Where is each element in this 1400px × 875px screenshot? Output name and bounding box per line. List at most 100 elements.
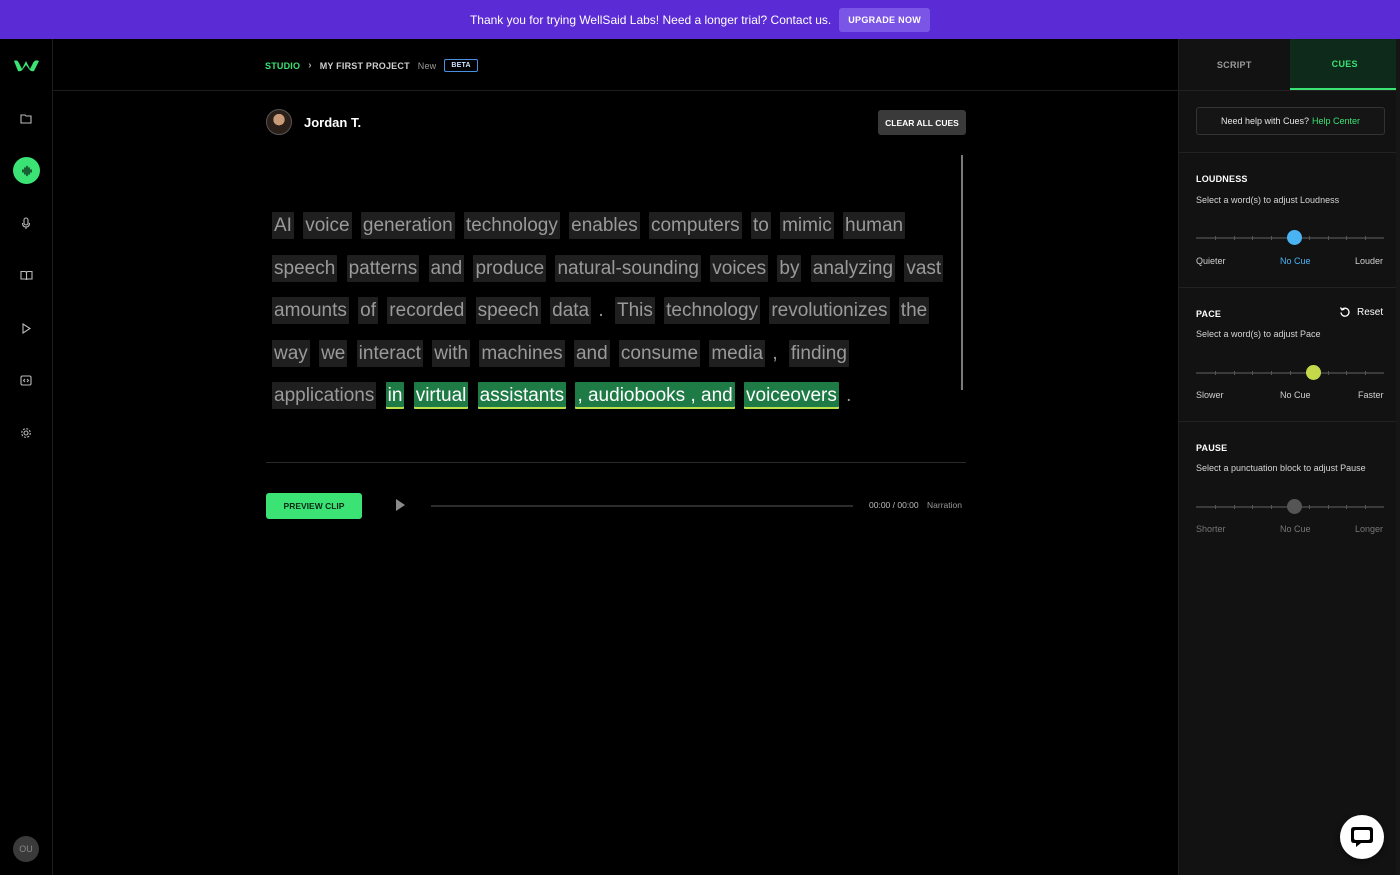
clear-all-cues-button[interactable]: CLEAR ALL CUES: [878, 110, 966, 135]
pace-subtitle: Select a word(s) to adjust Pace: [1196, 329, 1321, 339]
script-word[interactable]: mimic: [780, 212, 834, 239]
voice-avatar: [266, 109, 292, 135]
script-word[interactable]: recorded: [387, 297, 467, 324]
script-word[interactable]: the: [898, 297, 930, 324]
script-word[interactable]: assistants: [477, 382, 567, 409]
script-word[interactable]: voice: [303, 212, 352, 239]
pause-min-label: Shorter: [1196, 524, 1226, 534]
punctuation-block[interactable]: ,: [772, 343, 777, 364]
book-icon[interactable]: [16, 265, 36, 285]
slider-tick: [1252, 371, 1254, 375]
playback-progress[interactable]: [431, 505, 853, 507]
script-scrollbar[interactable]: [961, 155, 963, 390]
script-word[interactable]: to: [750, 212, 771, 239]
waveform-icon[interactable]: [13, 157, 40, 184]
script-word[interactable]: amounts: [272, 297, 349, 324]
embed-icon[interactable]: [16, 370, 36, 390]
preview-clip-button[interactable]: PREVIEW CLIP: [266, 493, 362, 519]
script-word[interactable]: human: [843, 212, 906, 239]
script-word[interactable]: computers: [648, 212, 742, 239]
slider-tick: [1214, 371, 1216, 375]
script-word[interactable]: revolutionizes: [769, 297, 890, 324]
top-header: STUDIO › MY FIRST PROJECT New BETA: [53, 39, 1178, 91]
script-word[interactable]: in: [385, 382, 405, 409]
script-editor[interactable]: AI voice generation technology enables c…: [272, 205, 962, 418]
loudness-subtitle: Select a word(s) to adjust Loudness: [1196, 195, 1340, 205]
slider-tick: [1271, 236, 1273, 240]
script-word[interactable]: vast: [904, 254, 944, 282]
chat-support-button[interactable]: [1340, 815, 1384, 859]
slider-tick: [1365, 505, 1367, 509]
project-status: New: [417, 60, 437, 71]
loudness-slider-knob[interactable]: [1286, 230, 1302, 245]
script-word[interactable]: applications: [272, 382, 377, 409]
tab-script[interactable]: SCRIPT: [1179, 39, 1290, 90]
script-word[interactable]: voices: [710, 254, 769, 282]
wellsaid-logo[interactable]: [13, 57, 40, 73]
script-word[interactable]: by: [777, 254, 802, 282]
script-word[interactable]: technology: [664, 297, 761, 324]
slider-tick: [1308, 505, 1310, 509]
breadcrumb-project[interactable]: MY FIRST PROJECT: [320, 61, 410, 71]
punctuation-block[interactable]: .: [598, 300, 603, 321]
punctuation-block[interactable]: .: [846, 385, 851, 406]
script-word[interactable]: consume: [618, 339, 701, 367]
slider-tick: [1327, 236, 1329, 240]
script-word[interactable]: generation: [360, 212, 455, 239]
banner-text: Thank you for trying WellSaid Labs! Need…: [469, 12, 832, 27]
script-word[interactable]: way: [272, 339, 310, 367]
help-center-link[interactable]: Help Center: [1312, 116, 1360, 126]
script-word[interactable]: speech: [272, 254, 338, 282]
script-word[interactable]: analyzing: [810, 254, 896, 282]
loudness-min-label: Quieter: [1196, 256, 1226, 266]
script-word[interactable]: natural-sounding: [555, 254, 701, 282]
pause-subtitle: Select a punctuation block to adjust Pau…: [1196, 463, 1366, 473]
user-avatar[interactable]: OU: [13, 836, 39, 862]
tab-cues[interactable]: CUES: [1289, 39, 1400, 90]
script-word[interactable]: voiceovers: [744, 382, 839, 409]
script-word[interactable]: technology: [463, 212, 560, 239]
script-word[interactable]: machines: [479, 339, 565, 367]
script-word[interactable]: AI: [272, 212, 294, 239]
voice-selector[interactable]: Jordan T.: [266, 109, 361, 135]
upgrade-button[interactable]: UPGRADE NOW: [839, 7, 931, 32]
reset-icon: [1339, 307, 1350, 317]
reset-label: Reset: [1357, 306, 1384, 318]
script-word[interactable]: of: [358, 297, 379, 324]
play-icon[interactable]: [16, 318, 36, 338]
play-icon[interactable]: [396, 499, 405, 511]
pace-title: PACE: [1196, 309, 1222, 319]
script-word[interactable]: enables: [569, 212, 640, 239]
slider-tick: [1290, 371, 1291, 375]
script-word[interactable]: produce: [473, 254, 547, 282]
loudness-slider[interactable]: [1196, 230, 1384, 245]
pause-slider[interactable]: [1196, 499, 1384, 514]
script-word[interactable]: patterns: [346, 254, 420, 282]
script-word[interactable]: , audiobooks , and: [575, 382, 735, 409]
folder-icon[interactable]: [16, 108, 36, 128]
script-word[interactable]: with: [432, 339, 471, 367]
left-nav: OU: [0, 39, 53, 875]
script-word[interactable]: This: [614, 297, 655, 324]
microphone-icon[interactable]: [16, 213, 36, 233]
script-word[interactable]: we: [319, 339, 348, 367]
pause-slider-knob[interactable]: [1286, 499, 1302, 514]
script-word[interactable]: finding: [788, 339, 849, 367]
script-word[interactable]: virtual: [413, 382, 469, 409]
script-word[interactable]: and: [573, 339, 610, 367]
pace-slider[interactable]: [1196, 365, 1384, 380]
pace-section: PACE Reset Select a word(s) to adjust Pa…: [1179, 287, 1400, 421]
script-word[interactable]: media: [709, 339, 766, 367]
chevron-right-icon: ›: [308, 60, 312, 71]
reset-button[interactable]: Reset: [1339, 306, 1383, 318]
script-word[interactable]: interact: [356, 339, 423, 367]
slider-tick: [1346, 236, 1348, 240]
slider-tick: [1271, 371, 1273, 375]
pace-slider-knob[interactable]: [1305, 365, 1321, 380]
script-word[interactable]: data: [550, 297, 592, 324]
script-word[interactable]: speech: [475, 297, 541, 324]
script-word[interactable]: and: [428, 254, 465, 282]
breadcrumb-studio[interactable]: STUDIO: [265, 61, 300, 71]
gear-icon[interactable]: [16, 423, 36, 443]
panel-scrollbar[interactable]: [1396, 39, 1400, 875]
